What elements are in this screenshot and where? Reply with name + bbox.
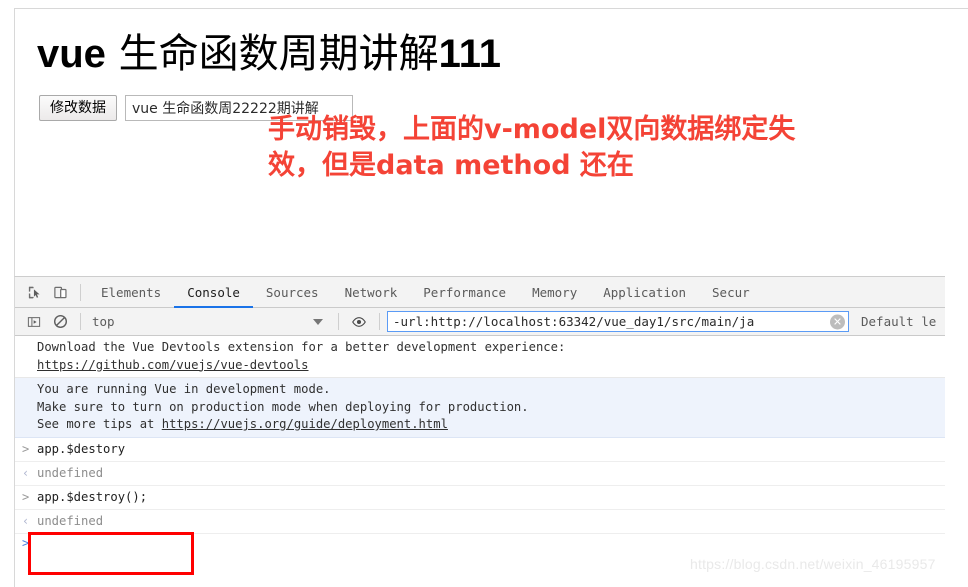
filter-divider-1	[80, 313, 81, 330]
live-expression-icon[interactable]	[346, 310, 372, 334]
devtools-tabbar: Elements Console Sources Network Perform…	[15, 277, 945, 308]
console-result-text: undefined	[37, 465, 104, 480]
console-filter-input[interactable]	[387, 311, 849, 332]
page-title-suffix: 111	[438, 32, 501, 76]
red-annotation-note: 手动销毁，上面的v-model双向数据绑定失 效，但是data method 还…	[268, 112, 968, 183]
input-caret-icon: >	[22, 441, 30, 456]
console-message-list[interactable]: Download the Vue Devtools extension for …	[15, 336, 945, 587]
result-arrow-icon: ‹	[22, 513, 30, 528]
tab-security[interactable]: Secur	[699, 277, 763, 308]
page-title: vue 生命函数周期讲解111	[15, 9, 968, 77]
clear-filter-icon[interactable]: ✕	[830, 314, 845, 329]
page-title-latin: vue	[37, 32, 106, 76]
console-prompt[interactable]: >	[15, 534, 945, 551]
tab-performance[interactable]: Performance	[410, 277, 519, 308]
filter-divider-2	[338, 313, 339, 330]
red-annotation-line-1: 手动销毁，上面的v-model双向数据绑定失	[268, 114, 796, 145]
devtools-tip-text: Download the Vue Devtools extension for …	[37, 340, 566, 354]
tab-application[interactable]: Application	[590, 277, 699, 308]
vue-devtools-link[interactable]: https://github.com/vuejs/vue-devtools	[37, 358, 309, 372]
input-caret-icon: >	[22, 489, 30, 504]
console-message-dev-mode: You are running Vue in development mode.…	[15, 378, 945, 438]
tab-elements[interactable]: Elements	[88, 277, 174, 308]
devtools-panel: Elements Console Sources Network Perform…	[14, 276, 945, 587]
prompt-caret-icon: >	[22, 535, 30, 550]
tab-sources[interactable]: Sources	[253, 277, 332, 308]
result-arrow-icon: ‹	[22, 465, 30, 480]
chevron-down-icon	[313, 318, 323, 325]
dev-mode-line-2: Make sure to turn on production mode whe…	[37, 399, 529, 414]
clear-console-icon[interactable]	[47, 310, 73, 334]
console-result-undefined-2: ‹ undefined	[15, 510, 945, 534]
console-result-undefined-1: ‹ undefined	[15, 462, 945, 486]
screenshot-root: vue 生命函数周期讲解111 修改数据 手动销毁，上面的v-model双向数据…	[0, 0, 968, 587]
console-input-destory[interactable]: > app.$destory	[15, 438, 945, 462]
inspect-element-icon[interactable]	[21, 280, 47, 304]
console-context-select[interactable]: top	[88, 314, 331, 329]
tab-memory[interactable]: Memory	[519, 277, 590, 308]
console-context-value: top	[92, 314, 115, 329]
dev-mode-line-1: You are running Vue in development mode.	[37, 382, 331, 396]
toolbar-divider	[80, 283, 81, 301]
console-message-devtools-tip: Download the Vue Devtools extension for …	[15, 336, 945, 378]
console-log-levels-dropdown[interactable]: Default le	[861, 314, 936, 329]
web-page-viewport: vue 生命函数周期讲解111 修改数据 手动销毁，上面的v-model双向数据…	[14, 8, 968, 276]
page-title-han: 生命函数周期讲解	[105, 31, 439, 77]
console-input-text: app.$destory	[37, 441, 126, 456]
console-result-text: undefined	[37, 513, 104, 528]
modify-data-button[interactable]: 修改数据	[39, 95, 117, 122]
watermark: https://blog.csdn.net/weixin_46195957	[690, 556, 936, 572]
tab-network[interactable]: Network	[332, 277, 411, 308]
console-input-destroy[interactable]: > app.$destroy();	[15, 486, 945, 510]
console-filter-toolbar: top ✕ Default le	[15, 308, 945, 336]
tab-console[interactable]: Console	[174, 277, 253, 308]
red-annotation-line-2: 效，但是data method 还在	[268, 149, 634, 181]
vue-deployment-link[interactable]: https://vuejs.org/guide/deployment.html	[162, 417, 448, 431]
console-input-text: app.$destroy();	[37, 489, 148, 504]
device-toolbar-icon[interactable]	[47, 280, 73, 304]
filter-divider-3	[379, 313, 380, 330]
console-sidebar-icon[interactable]	[21, 310, 47, 334]
dev-mode-line-3-prefix: See more tips at	[37, 417, 162, 431]
console-filter-wrapper: ✕	[387, 311, 849, 332]
